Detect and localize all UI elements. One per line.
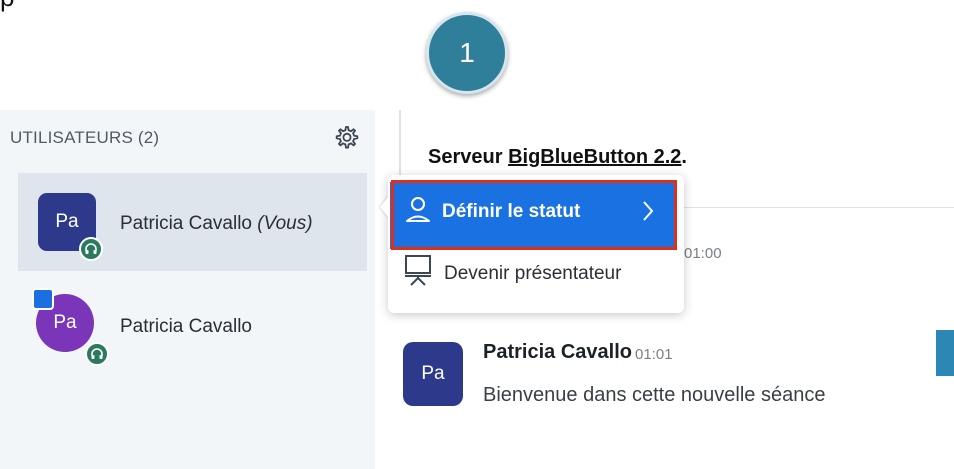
chat-message-time: 01:01 bbox=[635, 346, 673, 363]
make-presenter-label: Devenir présentateur bbox=[444, 263, 622, 284]
user-icon bbox=[404, 194, 432, 231]
chat-avatar: Pa bbox=[403, 342, 463, 406]
settings-gear-icon[interactable] bbox=[332, 124, 360, 152]
cropped-button[interactable] bbox=[936, 330, 954, 376]
set-status-label: Définir le statut bbox=[442, 201, 581, 222]
user-name-self: Patricia Cavallo (Vous) bbox=[120, 213, 313, 234]
welcome-message: Serveur BigBlueButton 2.2. bbox=[428, 146, 687, 168]
chevron-right-icon bbox=[640, 196, 656, 231]
server-link[interactable]: BigBlueButton 2.2 bbox=[508, 146, 681, 168]
menu-pointer bbox=[380, 196, 389, 218]
user-list-item[interactable]: Pa Patricia Cavallo bbox=[18, 280, 367, 378]
chat-message-text: Bienvenue dans cette nouvelle séance bbox=[483, 384, 826, 406]
headset-icon bbox=[85, 342, 109, 366]
step-number-badge: 1 bbox=[426, 12, 508, 94]
user-name: Patricia Cavallo bbox=[120, 316, 252, 337]
message-timestamp: 01:00 bbox=[684, 245, 722, 262]
set-status-menu-item[interactable]: Définir le statut bbox=[390, 182, 674, 249]
headset-icon bbox=[79, 237, 103, 261]
presentation-icon bbox=[403, 252, 433, 293]
presenter-icon bbox=[32, 288, 54, 310]
chat-sender-name: Patricia Cavallo bbox=[483, 341, 632, 363]
chat-message: Pa Patricia Cavallo 01:01 Bienvenue dans… bbox=[403, 338, 943, 418]
make-presenter-menu-item[interactable]: Devenir présentateur bbox=[392, 251, 682, 301]
user-panel-title: UTILISATEURS (2) bbox=[10, 128, 160, 147]
cropped-text-fragment: p bbox=[0, 0, 60, 12]
user-list-item-self[interactable]: Pa Patricia Cavallo (Vous) bbox=[18, 173, 367, 271]
